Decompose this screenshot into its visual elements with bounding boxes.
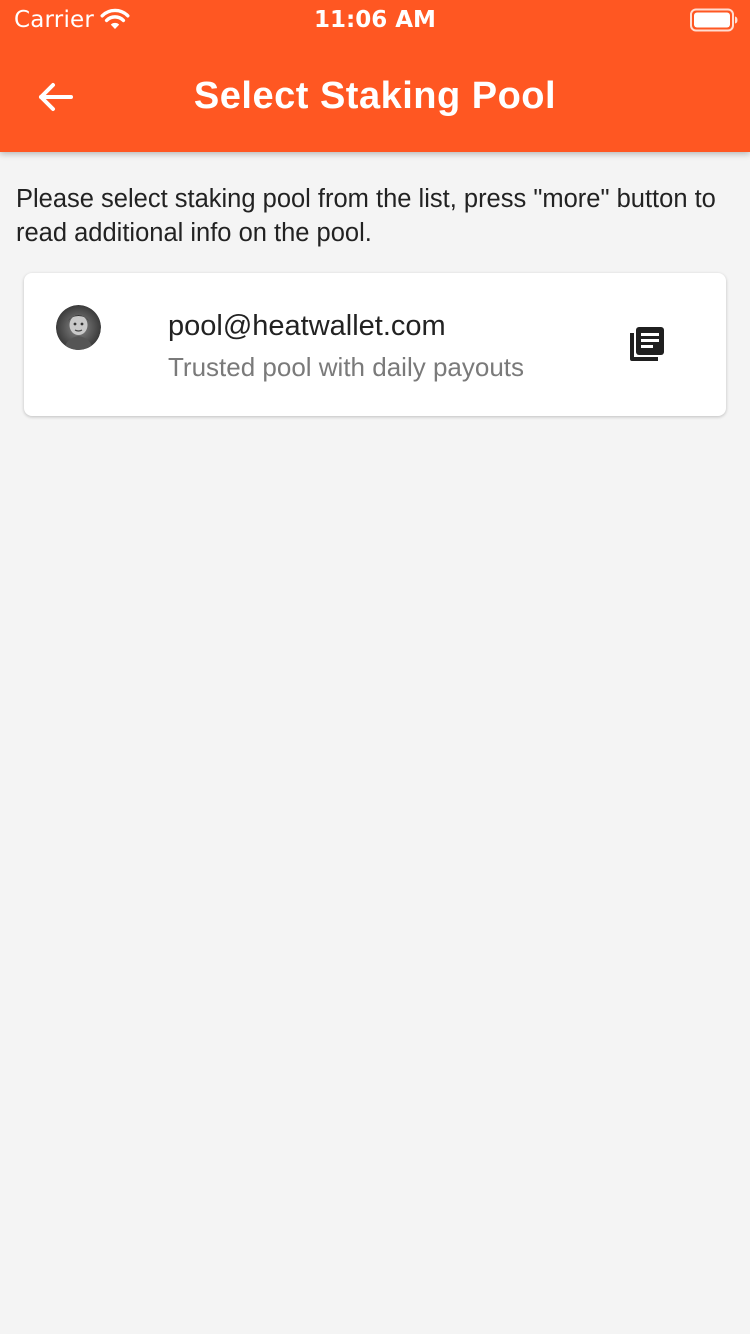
pool-description: Trusted pool with daily payouts bbox=[168, 352, 525, 382]
instructions-text: Please select staking pool from the list… bbox=[16, 185, 716, 247]
header: Carrier 11:06 AM Select Staking Pool bbox=[0, 0, 750, 152]
page-title: Select Staking Pool bbox=[193, 75, 557, 117]
battery-icon bbox=[690, 8, 738, 32]
app-bar: Select Staking Pool bbox=[0, 40, 750, 152]
status-time: 11:06 AM bbox=[314, 7, 436, 33]
pool-list-item[interactable]: pool@heatwallet.com Trusted pool with da… bbox=[24, 273, 726, 416]
status-bar: Carrier 11:06 AM bbox=[0, 0, 750, 40]
pool-name: pool@heatwallet.com bbox=[168, 310, 446, 342]
more-info-button[interactable] bbox=[612, 311, 680, 379]
library-books-icon bbox=[630, 327, 664, 361]
pool-avatar bbox=[56, 305, 101, 350]
app-screen: Carrier 11:06 AM Select Staking Pool Ple… bbox=[0, 0, 750, 1334]
